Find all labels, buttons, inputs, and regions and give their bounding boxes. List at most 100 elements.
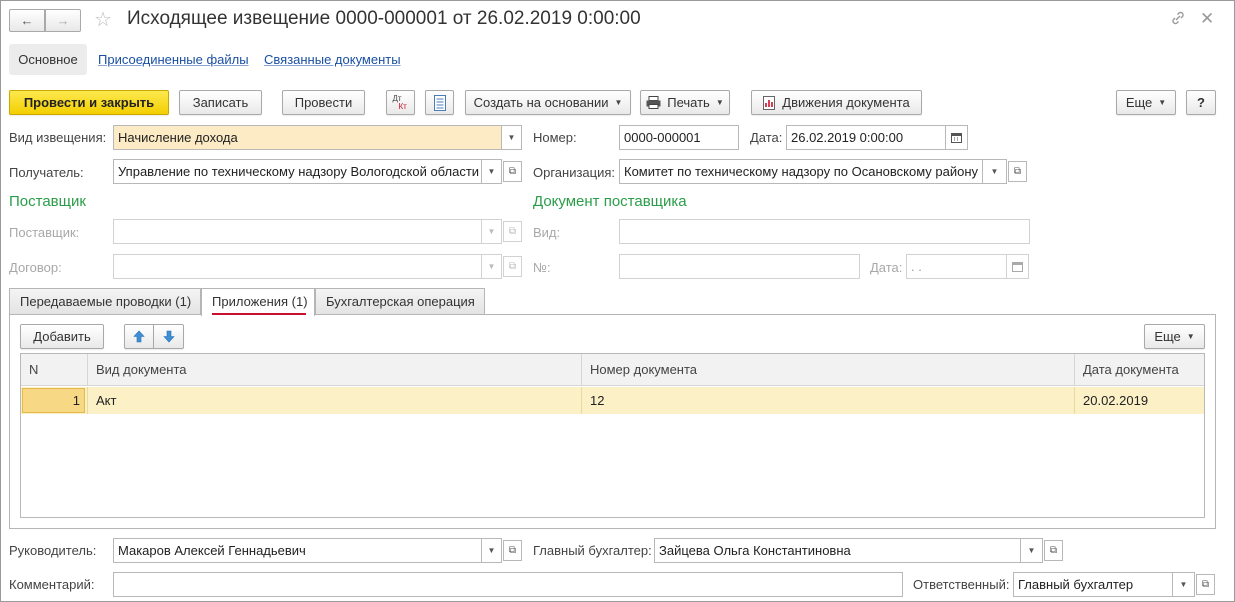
column-header-doc-number[interactable]: Номер документа bbox=[582, 354, 1075, 385]
arrow-left-icon: ← bbox=[20, 13, 34, 28]
move-down-button[interactable] bbox=[154, 324, 184, 349]
date-picker-button[interactable] bbox=[946, 125, 968, 150]
col-divider bbox=[1074, 387, 1075, 414]
move-up-button[interactable] bbox=[124, 324, 154, 349]
cell-n[interactable]: 1 bbox=[21, 387, 80, 414]
doc-date-field[interactable]: . . bbox=[906, 254, 1007, 279]
date-label: Дата: bbox=[750, 130, 783, 145]
report-button[interactable] bbox=[425, 90, 454, 115]
caret-down-icon: ▼ bbox=[715, 98, 724, 107]
arrow-right-icon: → bbox=[56, 13, 70, 28]
supplier-field[interactable] bbox=[113, 219, 482, 244]
chief-accountant-dropdown[interactable]: ▼ bbox=[1021, 538, 1043, 563]
notice-kind-label: Вид извещения: bbox=[9, 130, 107, 145]
chief-accountant-field[interactable]: Зайцева Ольга Константиновна bbox=[654, 538, 1021, 563]
calendar-icon bbox=[1012, 262, 1023, 272]
column-header-doc-date[interactable]: Дата документа bbox=[1075, 354, 1204, 385]
column-header-doc-kind[interactable]: Вид документа bbox=[88, 354, 582, 385]
document-window: ← → ☆ Исходящее извещение 0000-000001 от… bbox=[0, 0, 1235, 602]
window-title: Исходящее извещение 0000-000001 от 26.02… bbox=[127, 8, 641, 29]
tab-transferred-entries[interactable]: Передаваемые проводки (1) bbox=[9, 288, 201, 315]
col-divider bbox=[581, 387, 582, 414]
contract-field[interactable] bbox=[113, 254, 482, 279]
table-more-button[interactable]: Еще ▼ bbox=[1144, 324, 1205, 349]
supplier-dropdown[interactable]: ▼ bbox=[482, 219, 502, 244]
column-header-n[interactable]: N bbox=[21, 354, 88, 385]
help-button[interactable]: ? bbox=[1186, 90, 1216, 115]
caret-down-icon: ▼ bbox=[1158, 98, 1167, 107]
responsible-dropdown[interactable]: ▼ bbox=[1173, 572, 1195, 597]
organization-field[interactable]: Комитет по техническому надзору по Осано… bbox=[619, 159, 983, 184]
caret-down-icon: ▼ bbox=[990, 167, 999, 176]
caret-down-icon: ▼ bbox=[487, 167, 496, 176]
calendar-icon bbox=[951, 133, 962, 143]
responsible-open-button[interactable]: ⧉ bbox=[1196, 574, 1215, 595]
link-icon[interactable] bbox=[1170, 10, 1186, 30]
supplier-open-button[interactable]: ⧉ bbox=[503, 221, 522, 242]
organization-dropdown[interactable]: ▼ bbox=[983, 159, 1007, 184]
organization-open-button[interactable]: ⧉ bbox=[1008, 161, 1027, 182]
notice-kind-dropdown[interactable]: ▼ bbox=[502, 125, 522, 150]
organization-label: Организация: bbox=[533, 165, 616, 180]
cell-doc-date[interactable]: 20.02.2019 bbox=[1075, 387, 1148, 414]
recipient-dropdown[interactable]: ▼ bbox=[482, 159, 502, 184]
head-dropdown[interactable]: ▼ bbox=[482, 538, 502, 563]
responsible-field[interactable]: Главный бухгалтер bbox=[1013, 572, 1173, 597]
contract-open-button[interactable]: ⧉ bbox=[503, 256, 522, 277]
tab-attachments[interactable]: Приложения (1) bbox=[201, 288, 315, 316]
tab-main[interactable]: Основное bbox=[9, 44, 87, 75]
supplier-section-title: Поставщик bbox=[9, 193, 86, 210]
head-open-button[interactable]: ⧉ bbox=[503, 540, 522, 561]
add-button[interactable]: Добавить bbox=[20, 324, 104, 349]
tab-attached-files[interactable]: Присоединенные файлы bbox=[98, 44, 249, 75]
open-icon: ⧉ bbox=[1201, 579, 1210, 590]
table-row[interactable] bbox=[21, 387, 1204, 414]
supplier-label: Поставщик: bbox=[9, 225, 80, 240]
open-icon: ⧉ bbox=[508, 166, 517, 177]
caret-down-icon: ▼ bbox=[614, 98, 623, 107]
chief-accountant-open-button[interactable]: ⧉ bbox=[1044, 540, 1063, 561]
star-icon[interactable]: ☆ bbox=[94, 7, 112, 32]
back-button[interactable]: ← bbox=[9, 9, 45, 32]
print-button[interactable]: Печать ▼ bbox=[640, 90, 730, 115]
document-movements-button[interactable]: Движения документа bbox=[751, 90, 922, 115]
number-field[interactable]: 0000-000001 bbox=[619, 125, 739, 150]
more-button[interactable]: Еще ▼ bbox=[1116, 90, 1176, 115]
header-divider bbox=[21, 385, 1204, 386]
caret-down-icon: ▼ bbox=[1186, 332, 1195, 341]
recipient-field[interactable]: Управление по техническому надзору Волог… bbox=[113, 159, 482, 184]
open-icon: ⧉ bbox=[508, 261, 517, 272]
arrow-up-icon bbox=[133, 330, 145, 343]
head-field[interactable]: Макаров Алексей Геннадьевич bbox=[113, 538, 482, 563]
dt-kt-button[interactable]: Дт Кт bbox=[386, 90, 415, 115]
number-label: Номер: bbox=[533, 130, 577, 145]
caret-down-icon: ▼ bbox=[1179, 580, 1188, 589]
open-icon: ⧉ bbox=[508, 226, 517, 237]
tab-related-docs[interactable]: Связанные документы bbox=[264, 44, 401, 75]
notice-kind-field[interactable]: Начисление дохода bbox=[113, 125, 502, 150]
tab-accounting-operation[interactable]: Бухгалтерская операция bbox=[315, 288, 485, 315]
doc-date-picker-button[interactable] bbox=[1007, 254, 1029, 279]
save-button[interactable]: Записать bbox=[179, 90, 262, 115]
cell-doc-kind[interactable]: Акт bbox=[88, 387, 116, 414]
post-button[interactable]: Провести bbox=[282, 90, 365, 115]
contract-dropdown[interactable]: ▼ bbox=[482, 254, 502, 279]
doc-kind-field[interactable] bbox=[619, 219, 1030, 244]
cell-doc-number[interactable]: 12 bbox=[582, 387, 604, 414]
open-icon: ⧉ bbox=[508, 545, 517, 556]
caret-down-icon: ▼ bbox=[1027, 546, 1036, 555]
dt-kt-icon: Дт Кт bbox=[392, 93, 407, 111]
comment-field[interactable] bbox=[113, 572, 903, 597]
contract-label: Договор: bbox=[9, 260, 62, 275]
forward-button[interactable]: → bbox=[45, 9, 81, 32]
post-and-close-button[interactable]: Провести и закрыть bbox=[9, 90, 169, 115]
doc-kind-label: Вид: bbox=[533, 225, 561, 240]
close-icon[interactable]: ✕ bbox=[1200, 9, 1214, 29]
col-divider bbox=[87, 387, 88, 414]
open-icon: ⧉ bbox=[1049, 545, 1058, 556]
doc-number-field[interactable] bbox=[619, 254, 860, 279]
recipient-open-button[interactable]: ⧉ bbox=[503, 161, 522, 182]
date-field[interactable]: 26.02.2019 0:00:00 bbox=[786, 125, 946, 150]
create-based-on-button[interactable]: Создать на основании ▼ bbox=[465, 90, 631, 115]
caret-down-icon: ▼ bbox=[487, 227, 496, 236]
